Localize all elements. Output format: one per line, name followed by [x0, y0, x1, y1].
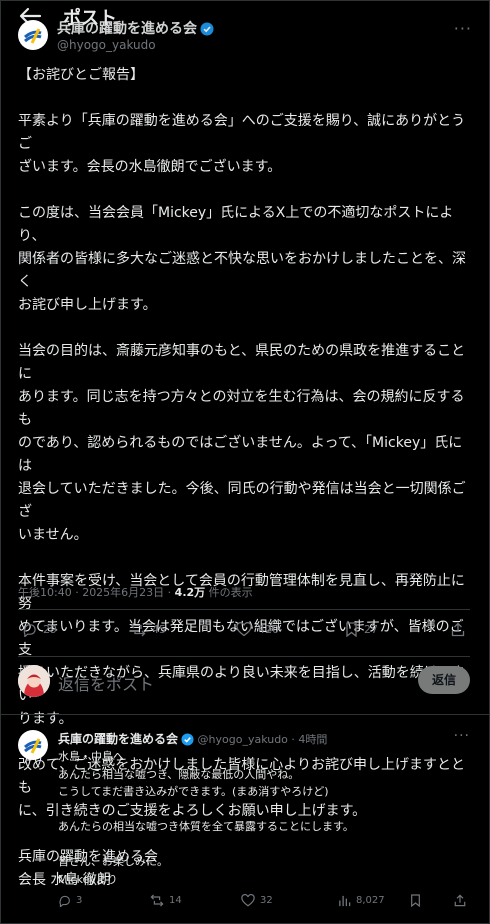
views-action[interactable]: 8,027 [338, 894, 385, 907]
reply-author-name[interactable]: 兵庫の躍動を進める会 [58, 732, 178, 746]
reply-post[interactable]: 兵庫の躍動を進める会 @hyogo_yakudo · 4時間 ··· 水島・中島… [0, 720, 490, 924]
heart-icon [236, 622, 252, 637]
post-text-line: お詫び申し上げます。 [18, 297, 157, 313]
current-user-avatar[interactable] [18, 665, 50, 697]
like-count: 420 [258, 623, 279, 636]
post-text-line: 【お詫びとご報告】 [18, 67, 144, 83]
analytics-icon [339, 895, 351, 907]
post-text-line: 退会していただきました。今後、同氏の行動や発信は当会と一切関係ござ [18, 481, 466, 520]
org-logo-icon [24, 28, 42, 44]
repost-count: 14 [169, 895, 182, 906]
bookmark-action[interactable]: 27 [345, 622, 378, 637]
post-text-line: 関係者の皆様に多大なご迷惑と不快な思いをおかけしましたことを、深く [18, 251, 466, 290]
repost-action[interactable]: 14 [150, 894, 182, 907]
reply-button[interactable]: 返信 [418, 666, 470, 694]
share-action[interactable] [454, 894, 471, 907]
repost-icon [150, 894, 164, 907]
reply-header: 兵庫の躍動を進める会 @hyogo_yakudo · 4時間 [58, 730, 327, 747]
post-metadata: 午後10:40 · 2025年6月23日 · 4.2万 件の表示 [18, 584, 253, 600]
post-timestamp[interactable]: 午後10:40 · 2025年6月23日 · [18, 586, 175, 599]
reply-actions: 3 14 32 8,027 [58, 894, 468, 910]
reply-count: 29 [43, 623, 57, 636]
divider [0, 714, 490, 715]
bookmark-count: 27 [364, 623, 378, 636]
bookmark-icon [411, 894, 420, 907]
share-icon [454, 894, 466, 907]
top-bar: ポスト 兵庫の躍動を進める会 @hyogo_yakudo ··· [0, 0, 490, 56]
bookmark-action[interactable] [410, 894, 426, 907]
divider [18, 609, 470, 610]
more-options-icon[interactable]: ··· [454, 19, 472, 38]
author-name[interactable]: 兵庫の躍動を進める会 [57, 18, 214, 38]
post-text-line: ざいます。会長の水島徹朗でございます。 [18, 159, 282, 175]
reply-body: 水島・中島へあんたら相当な嘘つき、隠蔽な最低の人間やね。こうしてまだ書き込みがで… [58, 748, 468, 888]
reply-text-line: 水島・中島へ [58, 750, 124, 763]
post-text-line: あります。同じ志を持つ方々との対立を生む行為は、会の規約に反するも [18, 389, 465, 428]
author-avatar[interactable] [18, 20, 48, 50]
like-count: 32 [260, 895, 273, 906]
like-action[interactable]: 32 [241, 894, 273, 907]
views-label: 件の表示 [205, 586, 253, 599]
user-photo-icon [18, 665, 50, 697]
views-count: 4.2万 [174, 586, 206, 599]
author-name-text[interactable]: 兵庫の躍動を進める会 [57, 21, 197, 37]
share-action[interactable] [451, 622, 471, 637]
reply-action[interactable]: 29 [22, 622, 57, 637]
reply-time[interactable]: · 4時間 [291, 733, 327, 746]
heart-icon [241, 894, 255, 907]
reply-action[interactable]: 3 [58, 894, 82, 907]
reply-composer: 返信をポスト 返信 [0, 660, 490, 704]
more-options-icon[interactable]: ··· [454, 728, 470, 744]
verified-badge-icon [181, 733, 194, 746]
bookmark-icon [346, 622, 357, 637]
post-text-line: この度は、当会会員「Mickey」氏によるX上での不適切なポストにより、 [18, 205, 454, 244]
post-text-line: のであり、認められるものではございません。よって、「Mickey」氏には [18, 435, 463, 474]
post-paragraph: 当会の目的は、斎藤元彦知事のもと、県民のための県政を推進することに あります。同じ… [18, 340, 476, 547]
reply-text-line: 皆さん、お楽しみに。 [58, 855, 168, 868]
org-logo-icon [24, 738, 42, 754]
reply-icon [59, 895, 70, 907]
reply-author-handle[interactable]: @hyogo_yakudo [198, 733, 288, 746]
post-text-line: いません。 [18, 527, 88, 543]
post-text-line: 当会の目的は、斎藤元彦知事のもと、県民のための県政を推進することに [18, 343, 466, 382]
post-paragraph: 【お詫びとご報告】 [18, 64, 476, 87]
reply-author-avatar[interactable] [18, 730, 48, 760]
verified-badge-icon [200, 22, 214, 36]
author-handle[interactable]: @hyogo_yakudo [57, 38, 156, 52]
views-count: 8,027 [356, 895, 385, 906]
repost-action[interactable]: 45 [130, 622, 166, 637]
repost-icon [130, 622, 146, 637]
post-text-line: 平素より「兵庫の躍動を進める会」へのご支援を賜り、誠にありがとうご [18, 113, 466, 152]
post-paragraph: この度は、当会会員「Mickey」氏によるX上での不適切なポストにより、 関係者の… [18, 202, 476, 317]
reply-icon [23, 624, 36, 637]
reply-text-line: こうしてまだ書き込みができます。(まあ消すやろけど) [58, 785, 329, 798]
share-icon [451, 622, 465, 637]
reply-count: 3 [76, 895, 83, 906]
reply-text-line: Mickeyより [58, 872, 118, 886]
reply-input[interactable]: 返信をポスト [58, 671, 154, 695]
reply-text-line: あんたら相当な嘘つき、隠蔽な最低の人間やね。 [58, 767, 300, 781]
divider [18, 656, 470, 657]
reply-text-line: あんたらの相当な嘘つき体質を全て暴露することにします。 [58, 820, 354, 833]
post-actions: 29 45 420 27 [18, 622, 470, 642]
post-paragraph: 平素より「兵庫の躍動を進める会」へのご支援を賜り、誠にありがとうございます。会長… [18, 110, 476, 179]
like-action[interactable]: 420 [236, 622, 279, 637]
repost-count: 45 [152, 623, 166, 636]
